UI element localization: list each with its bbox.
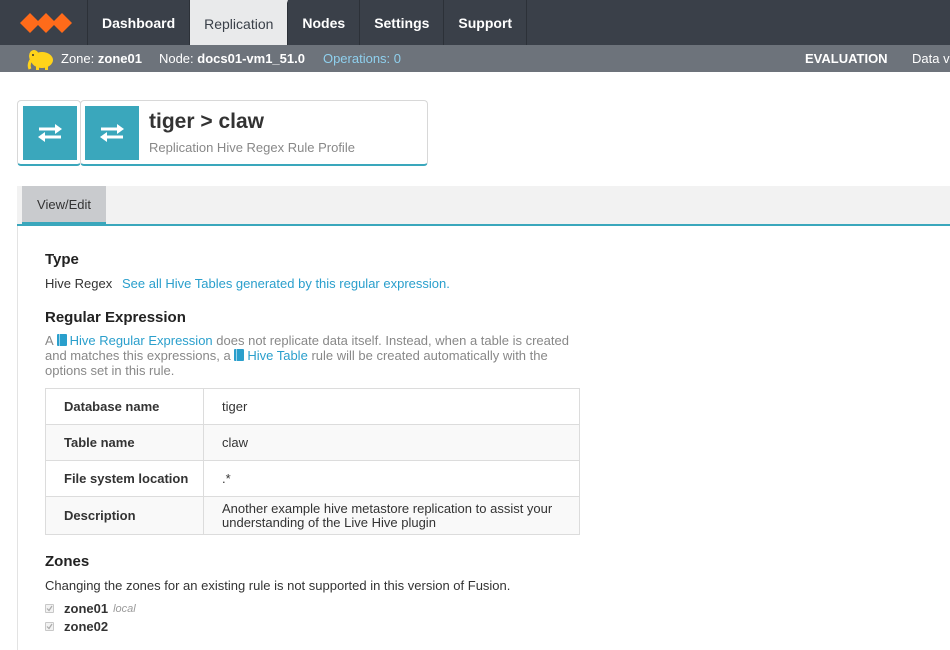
page-title: tiger > claw [149, 110, 264, 133]
replication-arrows-icon [23, 106, 77, 160]
type-heading: Type [45, 251, 79, 268]
zones-heading: Zones [45, 553, 90, 570]
status-zone-value: zone01 [97, 51, 142, 66]
status-zone: Zone: zone01 [61, 51, 142, 66]
nav-dashboard[interactable]: Dashboard [88, 0, 191, 45]
property-key: File system location [45, 460, 204, 497]
zone-checkbox[interactable] [45, 622, 54, 631]
table-row: File system location .* [45, 460, 580, 497]
property-key: Database name [45, 388, 204, 425]
nav-support[interactable]: Support [444, 0, 528, 45]
hadoop-elephant-icon [27, 49, 53, 70]
nav-settings-label: Settings [374, 14, 430, 31]
status-node-value: docs01-vm1_51.0 [197, 51, 305, 66]
regex-description: A Hive Regular Expression does not repli… [45, 333, 575, 378]
operations-link[interactable]: Operations: 0 [323, 51, 401, 66]
book-icon [234, 349, 245, 361]
property-value: claw [203, 424, 580, 461]
rule-header-card: tiger > claw Replication Hive Regex Rule… [80, 100, 428, 166]
property-value: tiger [203, 388, 580, 425]
tab-strip: View/Edit [17, 186, 950, 226]
zones-note: Changing the zones for an existing rule … [45, 578, 511, 593]
nav-dashboard-label: Dashboard [102, 14, 176, 31]
property-key: Description [45, 496, 204, 535]
data-volume-label: Data vo [912, 51, 950, 66]
type-value: Hive Regex [45, 276, 113, 291]
hive-table-doc-label: Hive Table [247, 348, 308, 363]
zone-local-tag: local [113, 602, 136, 615]
properties-table: Database name tiger Table name claw File… [45, 388, 580, 535]
top-nav: Dashboard Replication Nodes Settings Sup… [0, 0, 950, 45]
nav-settings[interactable]: Settings [360, 0, 445, 45]
hive-table-doc-link[interactable]: Hive Table [234, 348, 308, 363]
page-subtitle: Replication Hive Regex Rule Profile [149, 140, 355, 155]
status-zone-label: Zone: [61, 51, 95, 66]
zone-checkbox-row: zone01 local [45, 601, 136, 616]
status-node-label: Node: [158, 51, 194, 66]
property-value: Another example hive metastore replicati… [203, 496, 580, 535]
wandisco-logo-icon[interactable] [0, 0, 88, 45]
zone-checkbox-row: zone02 [45, 619, 108, 634]
book-icon [56, 334, 67, 346]
property-value: .* [203, 460, 580, 497]
license-badge: EVALUATION [805, 51, 888, 66]
table-row: Table name claw [45, 424, 580, 461]
rule-back-card[interactable] [17, 100, 81, 166]
desc-prefix: A [45, 333, 53, 348]
hive-regex-doc-link[interactable]: Hive Regular Expression [56, 333, 213, 348]
nav-support-label: Support [458, 14, 513, 31]
nav-nodes[interactable]: Nodes [288, 0, 361, 45]
regex-heading: Regular Expression [45, 309, 186, 326]
status-node: Node: docs01-vm1_51.0 [159, 51, 305, 66]
table-row: Database name tiger [45, 388, 580, 425]
nav-nodes-label: Nodes [302, 14, 346, 31]
hive-regex-doc-label: Hive Regular Expression [69, 333, 213, 348]
tab-view-edit[interactable]: View/Edit [22, 186, 106, 224]
hive-tables-link[interactable]: See all Hive Tables generated by this re… [122, 276, 450, 291]
replication-arrows-icon [85, 106, 139, 160]
property-key: Table name [45, 424, 204, 461]
nav-replication-label: Replication [204, 16, 274, 32]
zone-checkbox[interactable] [45, 604, 54, 613]
table-row: Description Another example hive metasto… [45, 496, 580, 535]
nav-replication[interactable]: Replication [190, 0, 289, 45]
zone-name: zone01 [64, 601, 109, 616]
status-bar: Zone: zone01 Node: docs01-vm1_51.0 Opera… [0, 45, 950, 72]
zone-name: zone02 [64, 619, 109, 634]
